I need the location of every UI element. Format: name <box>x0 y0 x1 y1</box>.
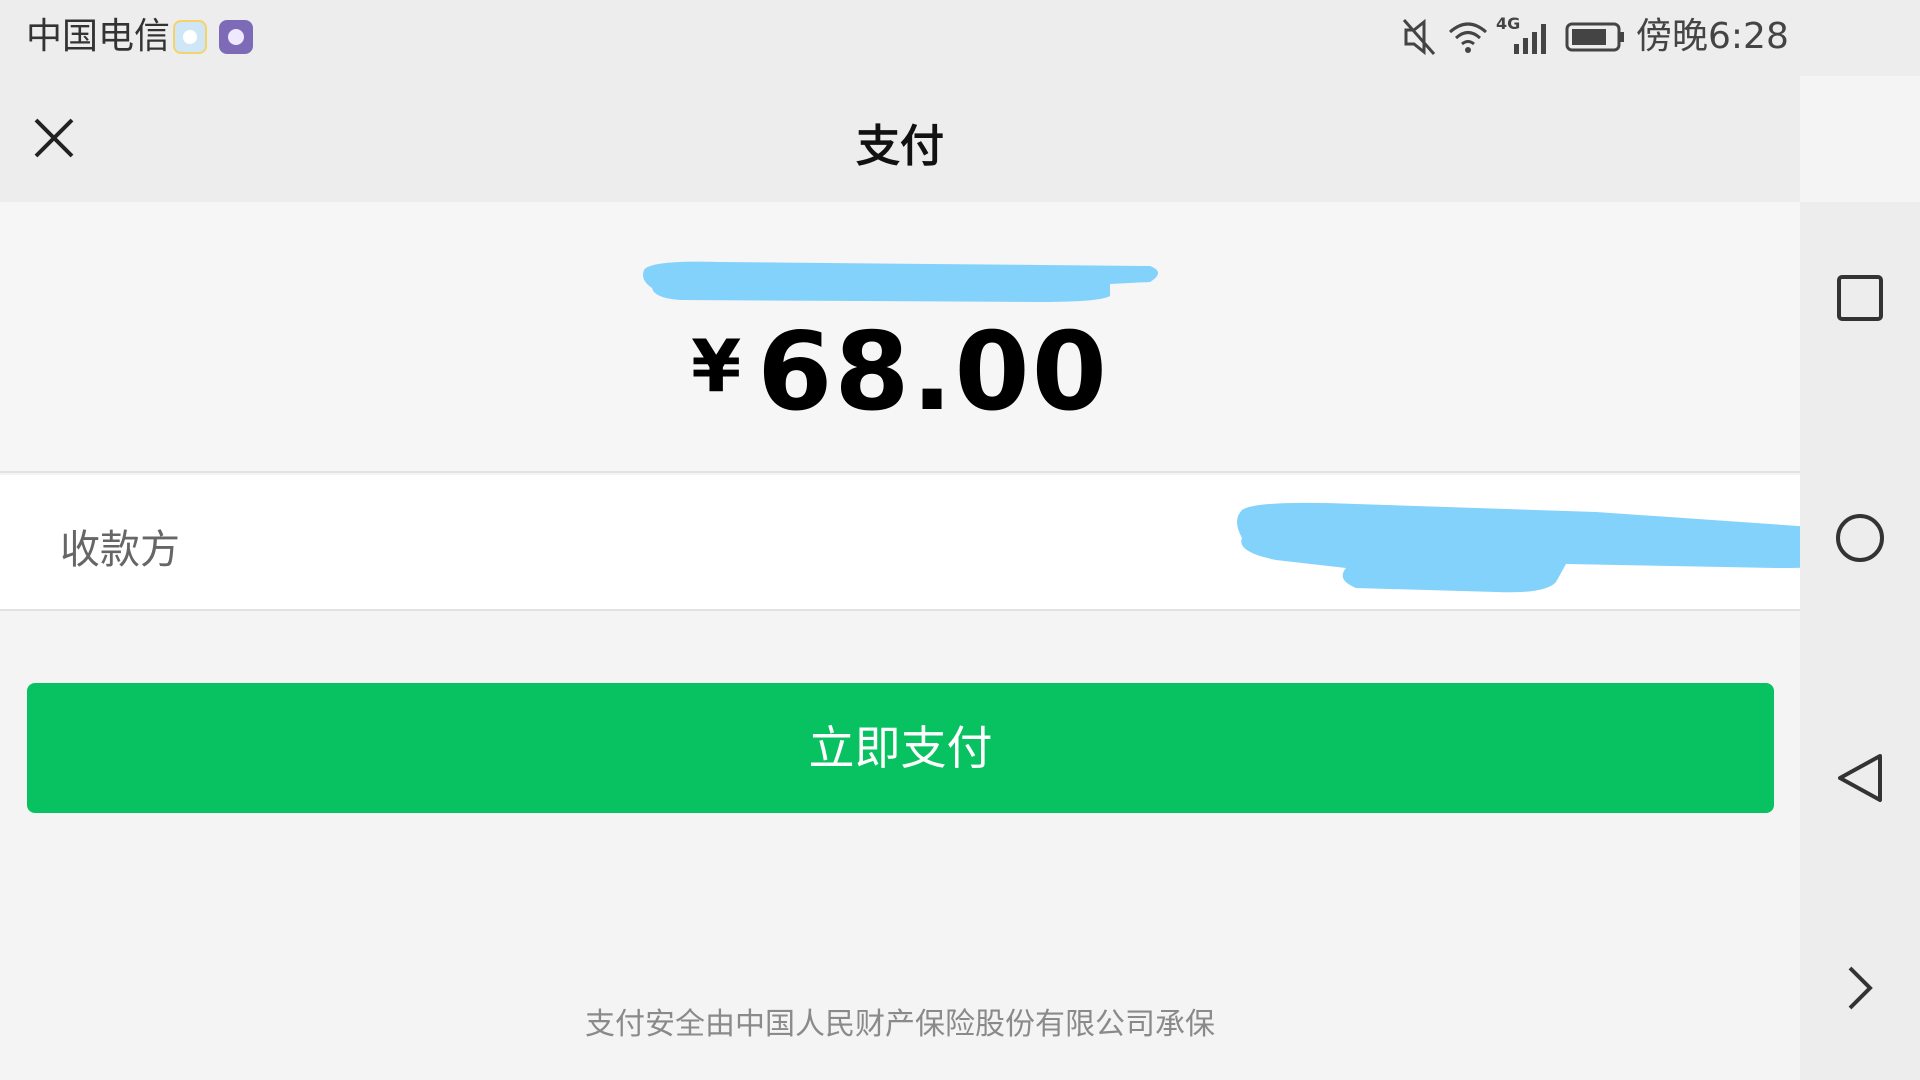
mute-icon <box>1402 18 1436 56</box>
payee-label: 收款方 <box>60 527 180 573</box>
payee-redaction-mark <box>1237 502 1881 593</box>
payment-amount: ¥68.00 <box>0 310 1800 435</box>
insurance-footer-text: 支付安全由中国人民财产保险股份有限公司承保 <box>585 1007 1215 1042</box>
status-time: 傍晚6:28 <box>1636 16 1789 57</box>
back-icon[interactable] <box>1830 748 1890 808</box>
signal-icon <box>1514 24 1546 54</box>
forward-icon[interactable] <box>1830 958 1890 1018</box>
battery-icon <box>1565 22 1624 52</box>
recent-apps-icon[interactable] <box>1830 268 1890 328</box>
amount-value: 68.00 <box>757 310 1109 435</box>
status-bar: 中国电信 4G 傍晚6:28 <box>0 0 1920 76</box>
system-nav-bar <box>1800 202 1920 1080</box>
redaction-mark <box>643 261 1158 302</box>
amount-card: ¥68.00 <box>0 202 1800 473</box>
pay-now-button[interactable]: 立即支付 <box>27 683 1774 813</box>
carrier-label: 中国电信 <box>26 16 171 57</box>
header: 支付 <box>0 76 1800 202</box>
page-title: 支付 <box>856 121 944 172</box>
currency-symbol: ¥ <box>691 324 744 408</box>
home-icon[interactable] <box>1830 508 1890 568</box>
app-badge-1-icon <box>173 20 207 54</box>
wifi-icon <box>1449 22 1487 53</box>
app-badge-2-icon <box>219 20 253 54</box>
